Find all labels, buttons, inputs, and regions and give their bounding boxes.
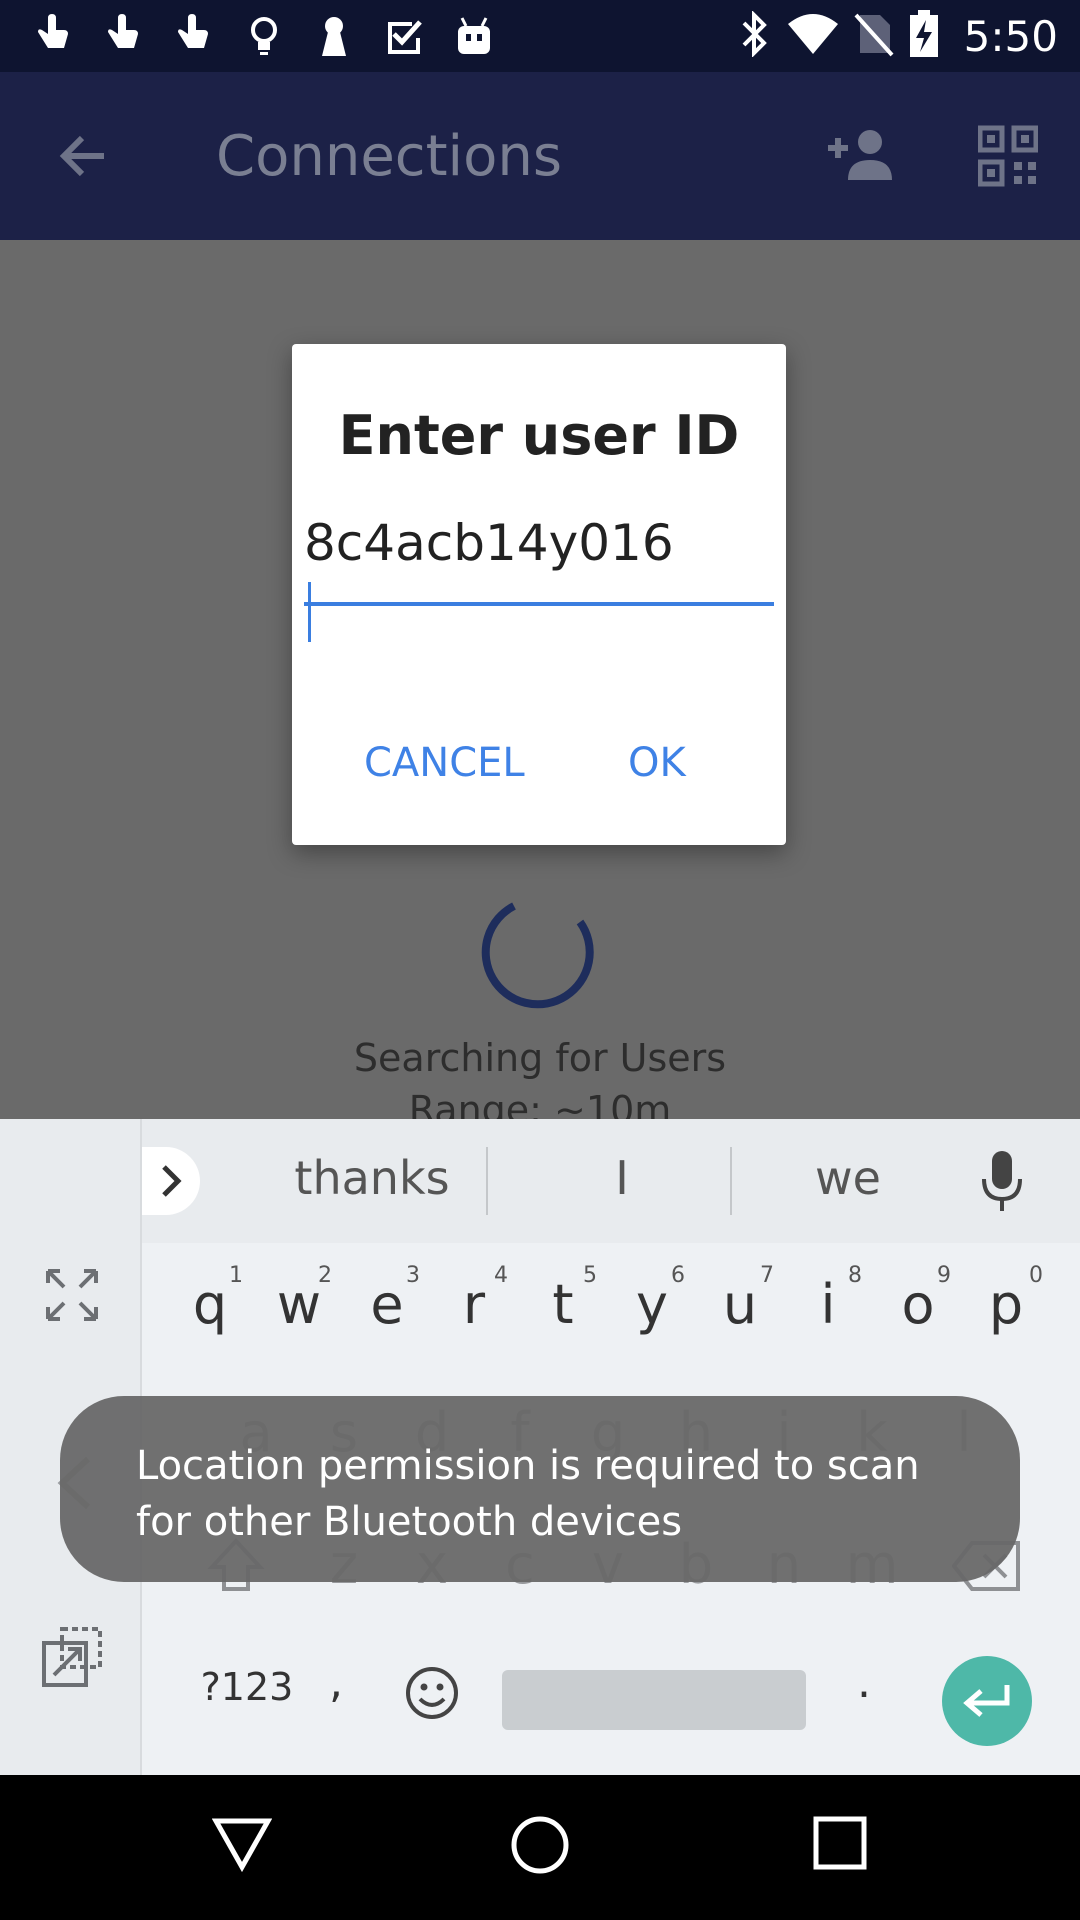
key-hint: 9 <box>937 1263 951 1288</box>
battery-charging-icon <box>908 10 940 62</box>
cancel-button[interactable]: CANCEL <box>364 740 525 786</box>
symbols-key[interactable]: ?123 <box>192 1665 302 1709</box>
touch-icon <box>30 12 78 60</box>
user-id-dialog: Enter user ID 8c4acb14y016 CANCEL OK <box>292 344 786 845</box>
key-hint: 4 <box>494 1263 508 1288</box>
navigation-bar <box>0 1775 1080 1920</box>
key-hint: 6 <box>671 1263 685 1288</box>
notification-icons <box>30 12 498 60</box>
touch-icon <box>170 12 218 60</box>
key-hint: 1 <box>229 1263 243 1288</box>
suggestion-strip: thanks I we <box>142 1119 1080 1243</box>
ok-button[interactable]: OK <box>628 740 686 786</box>
comma-key[interactable]: , <box>306 1657 366 1708</box>
android-icon <box>450 12 498 60</box>
period-key[interactable]: . <box>844 1657 884 1708</box>
loading-spinner <box>481 902 594 1009</box>
key-hint: 2 <box>318 1263 332 1288</box>
text-caret <box>308 582 311 642</box>
clock: 5:50 <box>963 11 1058 61</box>
bluetooth-icon <box>738 10 772 61</box>
page-title: Connections <box>216 124 563 189</box>
key-hint: 5 <box>583 1263 597 1288</box>
system-icons: 5:50 <box>738 8 1058 64</box>
user-id-input-value: 8c4acb14y016 <box>304 514 674 572</box>
chevron-right-icon[interactable] <box>142 1147 200 1215</box>
suggestion-2[interactable]: I <box>562 1151 682 1205</box>
key-hint: 0 <box>1029 1263 1043 1288</box>
toast: Location permission is required to scan … <box>60 1396 1020 1582</box>
touch-icon <box>100 12 148 60</box>
microphone-icon[interactable] <box>978 1149 1026 1213</box>
suggestion-1[interactable]: thanks <box>272 1151 472 1205</box>
add-person-icon[interactable] <box>826 124 898 188</box>
nav-recents-icon[interactable] <box>812 1815 868 1871</box>
key-hint: 7 <box>760 1263 774 1288</box>
search-status-line: Searching for Users <box>353 1036 727 1080</box>
nav-home-icon[interactable] <box>510 1815 570 1875</box>
nav-back-icon[interactable] <box>212 1815 272 1873</box>
key-hint: 3 <box>406 1263 420 1288</box>
toast-message: Location permission is required to scan … <box>136 1443 920 1545</box>
status-bar: 5:50 <box>0 0 1080 72</box>
lightbulb-icon <box>240 12 288 60</box>
suggestion-divider <box>730 1147 732 1215</box>
qr-code-icon[interactable] <box>977 124 1039 188</box>
return-icon <box>963 1685 1010 1717</box>
suggestion-3[interactable]: we <box>778 1151 918 1205</box>
dialog-title: Enter user ID <box>338 404 740 467</box>
key-hint: 8 <box>848 1263 862 1288</box>
check-box-icon <box>380 12 428 60</box>
keyhole-icon <box>310 12 358 60</box>
emoji-icon[interactable] <box>404 1665 460 1721</box>
search-status: Searching for Users Range: ~10m <box>0 1032 1080 1120</box>
no-sim-icon <box>854 11 894 61</box>
expand-icon[interactable] <box>44 1267 100 1323</box>
suggestion-divider <box>486 1147 488 1215</box>
spacebar[interactable] <box>502 1670 806 1730</box>
search-range-line: Range: ~10m <box>408 1088 672 1120</box>
app-bar: Connections <box>0 72 1080 240</box>
popout-icon[interactable] <box>40 1625 104 1689</box>
back-arrow-icon[interactable] <box>50 122 118 190</box>
enter-button[interactable] <box>942 1656 1032 1746</box>
wifi-icon <box>786 12 840 60</box>
